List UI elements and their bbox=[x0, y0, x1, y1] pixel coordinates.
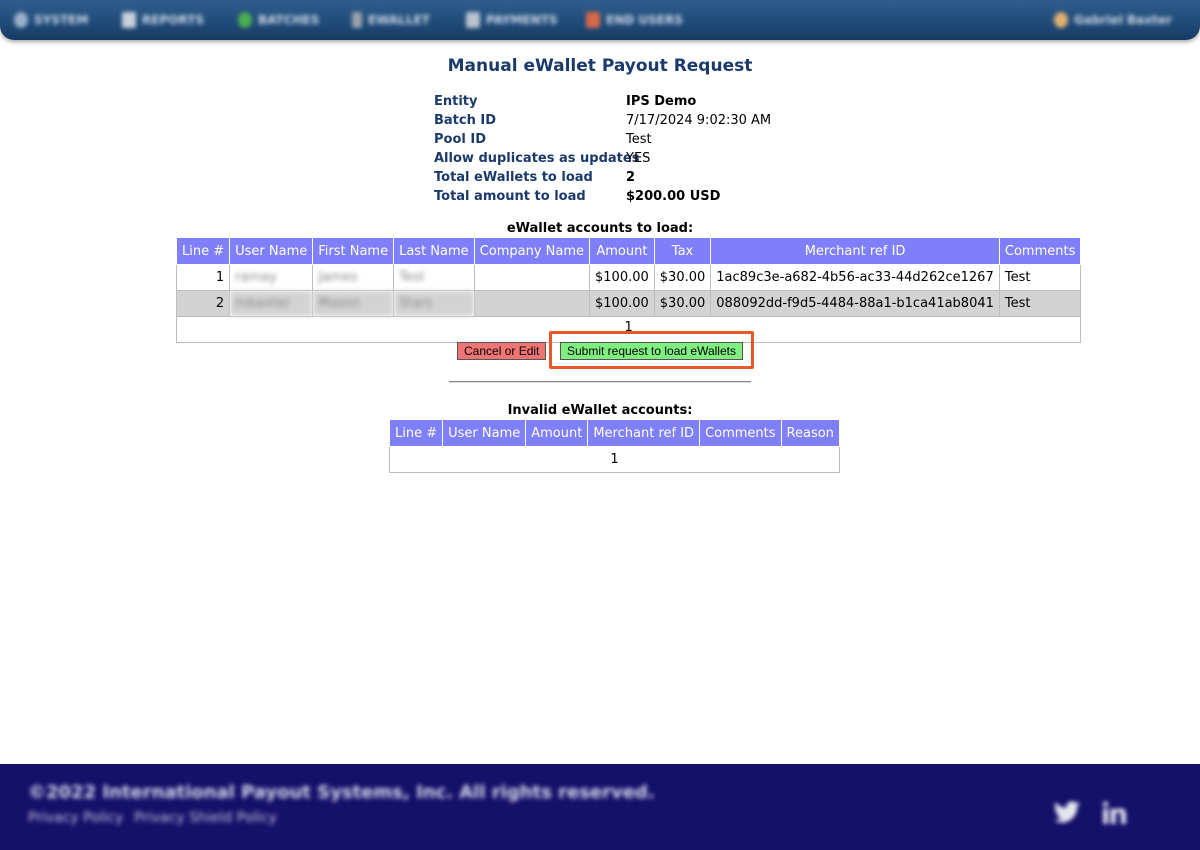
cancel-or-edit-button[interactable]: Cancel or Edit bbox=[457, 342, 546, 360]
nav-item-label: EWALLET bbox=[368, 13, 430, 27]
user-name-cell: ramay bbox=[229, 264, 314, 291]
tax-cell: $30.00 bbox=[653, 290, 712, 317]
nav-item-ewallet[interactable]: EWALLET bbox=[352, 9, 430, 31]
nav-item-system[interactable]: SYSTEM bbox=[14, 9, 88, 31]
divider bbox=[449, 381, 751, 383]
invalid-table: Line # User Name Amount Merchant ref ID … bbox=[388, 419, 840, 473]
info-value: IPS Demo bbox=[626, 94, 697, 109]
privacy-policy-link[interactable]: Privacy Policy bbox=[28, 810, 123, 826]
load-table: Line # User Name First Name Last Name Co… bbox=[175, 237, 1082, 343]
amount-cell: $100.00 bbox=[589, 264, 655, 291]
column-header[interactable]: Merchant ref ID bbox=[587, 419, 701, 447]
load-table-title: eWallet accounts to load: bbox=[506, 221, 694, 236]
column-header[interactable]: First Name bbox=[312, 237, 395, 265]
info-value: 7/17/2024 9:02:30 AM bbox=[626, 113, 772, 128]
company-name-cell bbox=[473, 264, 591, 291]
column-header[interactable]: Line # bbox=[175, 237, 231, 265]
last-name-cell: Test bbox=[393, 264, 475, 291]
line-number: 1 bbox=[175, 264, 231, 291]
amount-cell: $100.00 bbox=[589, 290, 655, 317]
comments-cell: Test bbox=[998, 264, 1082, 291]
wallet-icon bbox=[352, 12, 362, 28]
nav-item-payments[interactable]: PAYMENTS bbox=[466, 9, 558, 31]
nav-item-label: BATCHES bbox=[258, 13, 320, 27]
first-name-cell: Mason bbox=[312, 290, 395, 317]
document-icon bbox=[122, 12, 136, 28]
users-icon bbox=[586, 12, 600, 28]
copyright-text: ©2022 International Payout Systems, Inc.… bbox=[28, 782, 655, 803]
info-value: Test bbox=[626, 132, 652, 147]
privacy-shield-policy-link[interactable]: Privacy Shield Policy bbox=[134, 810, 277, 826]
column-header[interactable]: Last Name bbox=[393, 237, 475, 265]
column-header[interactable]: Tax bbox=[653, 237, 712, 265]
merchant-ref-cell: 1ac89c3e-a682-4b56-ac33-44d262ce1267 bbox=[710, 264, 1000, 291]
info-label: Total amount to load bbox=[434, 189, 586, 204]
column-header[interactable]: Reason bbox=[780, 419, 840, 447]
pager-row: 1 bbox=[389, 446, 840, 473]
first-name-cell: James bbox=[312, 264, 395, 291]
info-label: Batch ID bbox=[434, 113, 497, 128]
info-label: Total eWallets to load bbox=[434, 170, 593, 185]
column-header[interactable]: User Name bbox=[442, 419, 527, 447]
page-title: Manual eWallet Payout Request bbox=[447, 56, 753, 76]
info-value: $200.00 USD bbox=[626, 189, 721, 204]
nav-item-reports[interactable]: REPORTS bbox=[122, 9, 204, 31]
nav-item-label: REPORTS bbox=[142, 13, 204, 27]
page-number[interactable]: 1 bbox=[389, 446, 840, 473]
user-menu[interactable]: Gabriel Baxter bbox=[1054, 9, 1172, 31]
column-header[interactable]: Amount bbox=[525, 419, 589, 447]
tax-cell: $30.00 bbox=[653, 264, 712, 291]
invalid-table-title: Invalid eWallet accounts: bbox=[507, 403, 693, 418]
company-name-cell bbox=[473, 290, 591, 317]
batches-icon bbox=[238, 12, 252, 28]
comments-cell: Test bbox=[998, 290, 1082, 317]
column-header[interactable]: Merchant ref ID bbox=[710, 237, 1000, 265]
line-number: 2 bbox=[175, 290, 231, 317]
table-row: 2 mbaxter Mason Stars $100.00 $30.00 088… bbox=[175, 290, 1082, 317]
table-header-row: Line # User Name Amount Merchant ref ID … bbox=[388, 419, 840, 447]
payments-icon bbox=[466, 12, 480, 28]
table-header-row: Line # User Name First Name Last Name Co… bbox=[175, 237, 1082, 265]
column-header[interactable]: Line # bbox=[388, 419, 444, 447]
nav-item-label: SYSTEM bbox=[34, 13, 89, 27]
linkedin-icon[interactable] bbox=[1100, 800, 1128, 826]
info-label: Entity bbox=[434, 94, 478, 109]
twitter-icon[interactable] bbox=[1053, 800, 1081, 826]
info-value: 2 bbox=[626, 170, 636, 185]
last-name-cell: Stars bbox=[393, 290, 475, 317]
column-header[interactable]: Amount bbox=[589, 237, 655, 265]
column-header[interactable]: Company Name bbox=[473, 237, 591, 265]
nav-item-label: END USERS bbox=[606, 13, 683, 27]
gear-icon bbox=[14, 12, 28, 28]
column-header[interactable]: Comments bbox=[699, 419, 782, 447]
table-row: 1 ramay James Test $100.00 $30.00 1ac89c… bbox=[175, 264, 1082, 291]
avatar bbox=[1054, 12, 1068, 28]
nav-item-batches[interactable]: BATCHES bbox=[238, 9, 319, 31]
nav-item-end-users[interactable]: END USERS bbox=[586, 9, 683, 31]
nav-item-label: PAYMENTS bbox=[486, 13, 558, 27]
info-label: Pool ID bbox=[434, 132, 486, 147]
column-header[interactable]: Comments bbox=[998, 237, 1082, 265]
top-nav-bar: SYSTEM REPORTS BATCHES EWALLET PAYMENTS … bbox=[0, 0, 1200, 40]
column-header[interactable]: User Name bbox=[229, 237, 314, 265]
info-value: YES bbox=[626, 151, 651, 166]
user-name-cell: mbaxter bbox=[229, 290, 314, 317]
info-label: Allow duplicates as updates bbox=[434, 151, 640, 166]
submit-request-button[interactable]: Submit request to load eWallets bbox=[560, 342, 743, 360]
merchant-ref-cell: 088092dd-f9d5-4484-88a1-b1ca41ab8041 bbox=[710, 290, 1000, 317]
user-name: Gabriel Baxter bbox=[1074, 13, 1172, 27]
footer: ©2022 International Payout Systems, Inc.… bbox=[0, 764, 1200, 850]
